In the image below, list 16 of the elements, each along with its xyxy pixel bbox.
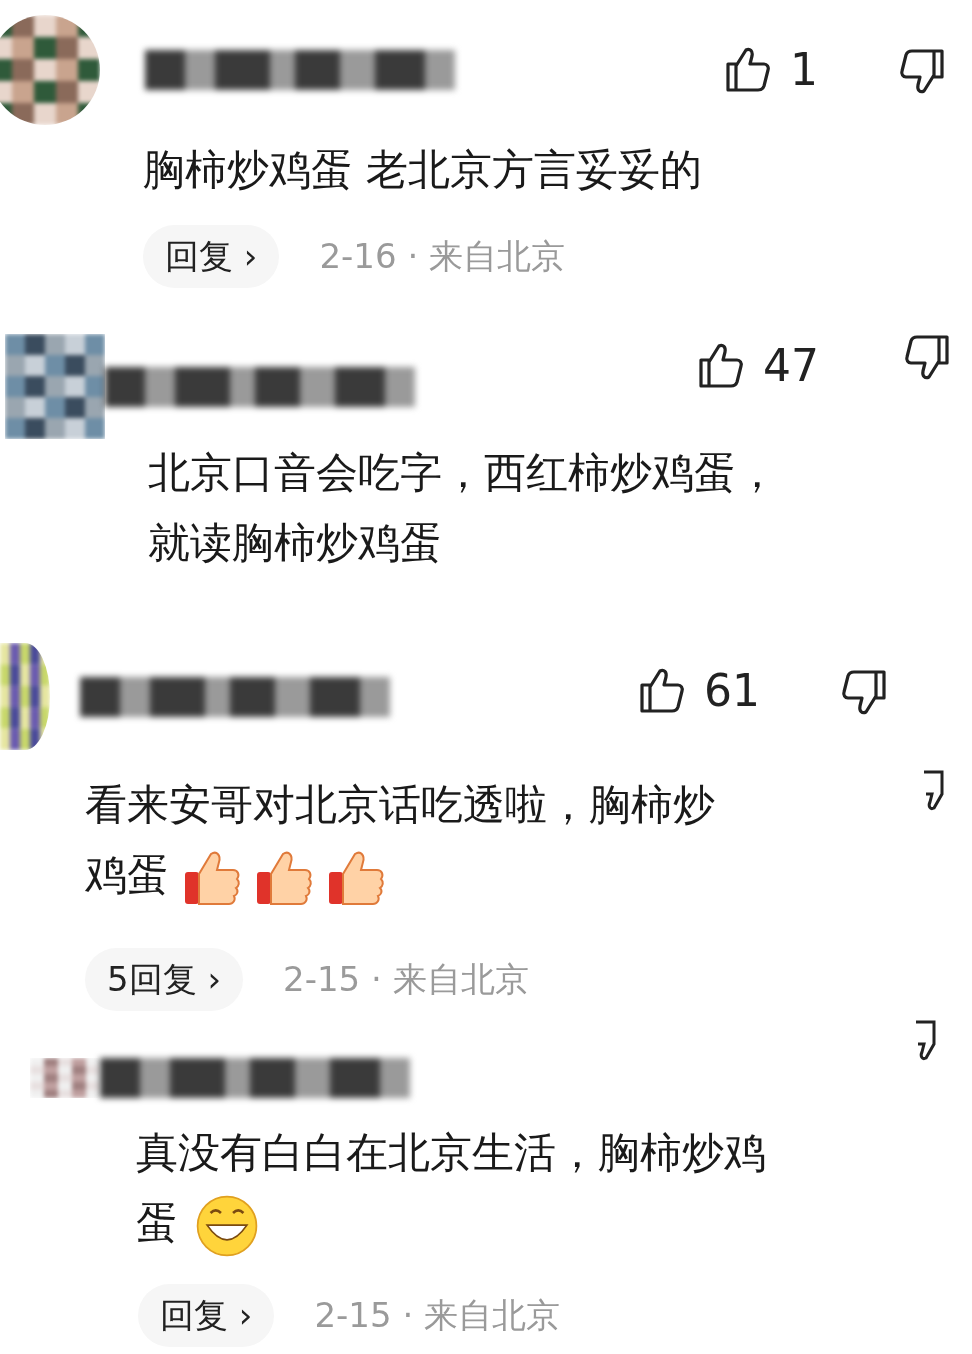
comment-text: 北京口音会吃字，西红柿炒鸡蛋， [148, 447, 778, 499]
comment-text: 鸡蛋 [85, 840, 385, 910]
reply-button[interactable]: 5回复 › [85, 948, 244, 1011]
comment-date: 2-16 · 来自北京 [319, 235, 565, 278]
like-count: 47 [763, 339, 819, 393]
comment-date: 2-15 · 来自北京 [314, 1294, 560, 1337]
like-count: 61 [704, 664, 760, 718]
comment-text: 看来安哥对北京话吃透啦，胸柿炒 [85, 779, 715, 831]
comment-text: 蛋 [136, 1188, 264, 1258]
comment-date: 2-15 · 来自北京 [283, 958, 529, 1001]
like-count: 1 [790, 43, 818, 97]
comment-text: 胸柿炒鸡蛋 老北京方言妥妥的 [143, 144, 703, 196]
reply-button[interactable]: 回复 › [138, 1284, 275, 1347]
comment-text: 就读胸柿炒鸡蛋 [148, 517, 442, 569]
comment-text: 真没有白白在北京生活，胸柿炒鸡 [136, 1127, 766, 1179]
reply-button[interactable]: 回复 › [143, 225, 280, 288]
